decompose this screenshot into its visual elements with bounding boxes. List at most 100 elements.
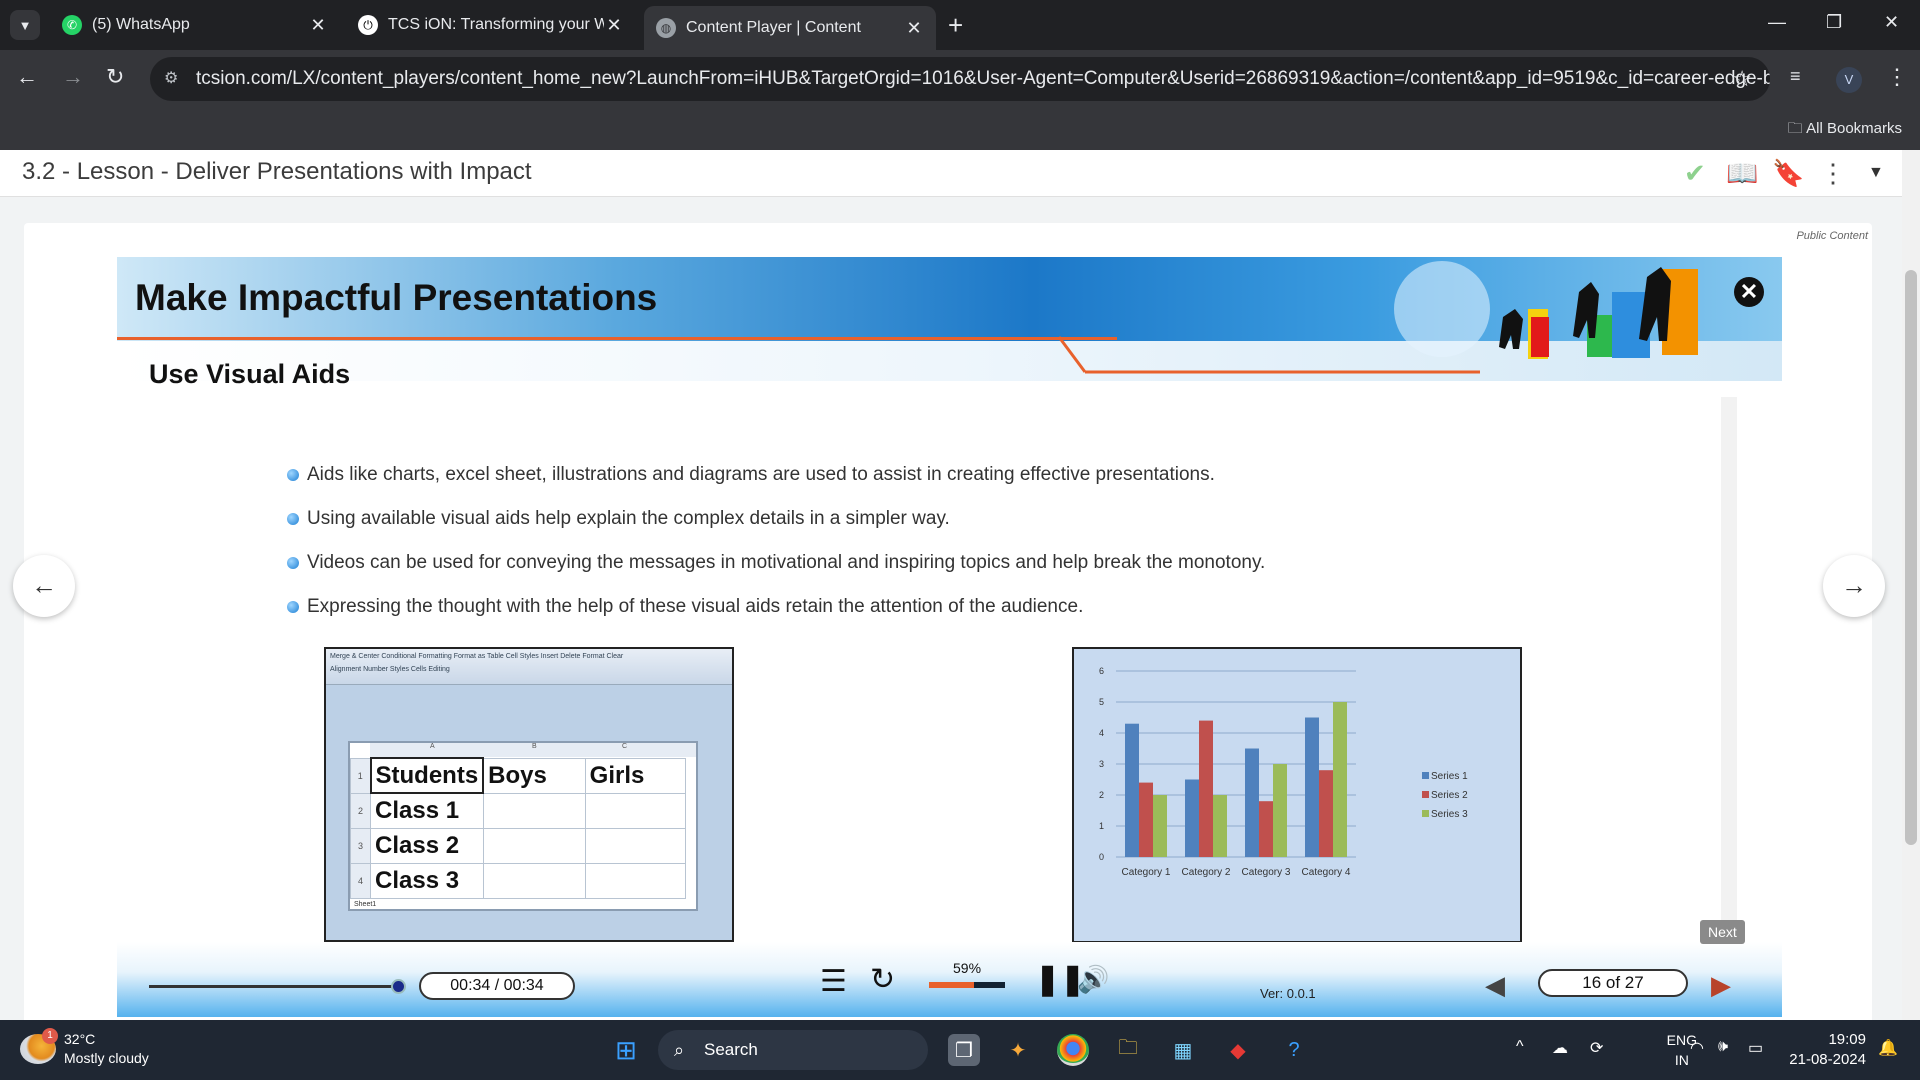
seek-bar[interactable]	[149, 985, 397, 988]
slide-banner-title: Make Impactful Presentations	[135, 277, 658, 318]
y-tick-label: 3	[1099, 759, 1104, 769]
url-text: tcsion.com/LX/content_players/content_ho…	[196, 68, 1770, 89]
excel-column-headers: A B C	[370, 743, 696, 757]
clock[interactable]: 19:09 21-08-2024	[1789, 1030, 1866, 1070]
tab-tcsion[interactable]: ⏻ TCS iON: Transforming your Wo ✕	[346, 6, 636, 44]
chrome-icon[interactable]	[1057, 1034, 1089, 1066]
x-tick-label: Category 3	[1242, 867, 1291, 878]
wifi-icon[interactable]: ◠	[1690, 1038, 1704, 1058]
reload-icon[interactable]: ↻	[106, 64, 124, 90]
bar	[1213, 795, 1227, 857]
notification-badge: 1	[42, 1028, 58, 1044]
y-tick-label: 5	[1099, 697, 1104, 707]
restore-icon[interactable]: ❐	[1826, 12, 1842, 33]
browser-menu-icon[interactable]: ⋮	[1886, 64, 1908, 90]
close-tab-icon[interactable]: ✕	[604, 15, 624, 36]
banner-graphic	[1057, 261, 1698, 374]
page-indicator: 16 of 27	[1538, 969, 1688, 997]
close-window-icon[interactable]: ✕	[1884, 12, 1899, 33]
legend-swatch	[1422, 791, 1429, 798]
table-cell: Class 1	[370, 792, 484, 829]
clock-date: 21-08-2024	[1789, 1051, 1866, 1068]
file-explorer-icon[interactable]: 🗀	[1112, 1034, 1144, 1066]
search-icon: ⌕	[674, 1040, 685, 1060]
taskbar-search[interactable]: ⌕ Search	[658, 1030, 928, 1070]
tab-whatsapp[interactable]: ✆ (5) WhatsApp ✕	[50, 6, 340, 44]
tab-content-player[interactable]: ◍ Content Player | Content ✕	[644, 6, 936, 50]
back-icon[interactable]: ←	[16, 64, 38, 90]
clock-time: 19:09	[1828, 1031, 1866, 1048]
bar	[1333, 702, 1347, 857]
close-slide-icon[interactable]: ✕	[1734, 277, 1764, 307]
speaker-icon[interactable]: 🔊	[1077, 964, 1109, 995]
y-tick-label: 4	[1099, 728, 1104, 738]
bookmark-icon[interactable]: 🔖	[1772, 158, 1804, 189]
tab-title: TCS iON: Transforming your Wo	[388, 16, 604, 33]
all-bookmarks-button[interactable]: 🗀 All Bookmarks	[1788, 118, 1902, 143]
windows-start-icon[interactable]: ⊞	[610, 1034, 642, 1066]
close-tab-icon[interactable]: ✕	[904, 18, 924, 39]
close-tab-icon[interactable]: ✕	[308, 15, 328, 36]
table-cell: Boys	[482, 757, 586, 794]
tray-overflow-icon[interactable]: ^	[1516, 1038, 1524, 1056]
volume-slider[interactable]	[929, 982, 1005, 988]
whatsapp-icon: ✆	[62, 15, 82, 35]
weather-widget[interactable]: 1 32°C Mostly cloudy	[20, 1028, 149, 1068]
volume-icon[interactable]: 🕪	[1718, 1038, 1728, 1056]
taskbar: 1 32°C Mostly cloudy ⊞ ⌕ Search ❐ ✦ 🗀 ▦ …	[0, 1020, 1920, 1080]
bullet-item: Using available visual aids help explain…	[287, 497, 1265, 541]
battery-icon[interactable]: ▭	[1748, 1038, 1763, 1058]
profile-avatar[interactable]: V	[1836, 67, 1862, 93]
menu-list-icon[interactable]: ☰	[820, 964, 847, 999]
help-icon[interactable]: ?	[1278, 1034, 1310, 1066]
media-control-icon[interactable]: ≡	[1790, 66, 1801, 87]
tab-search-button[interactable]: ▼	[10, 10, 40, 40]
completed-check-icon[interactable]: ✔	[1684, 158, 1706, 189]
sync-icon[interactable]: ⟳	[1590, 1038, 1603, 1058]
previous-slide-button[interactable]: ←	[13, 555, 75, 617]
notification-bell-icon[interactable]: 🔔	[1878, 1038, 1898, 1058]
address-bar[interactable]: ⚙ tcsion.com/LX/content_players/content_…	[150, 57, 1770, 101]
player-controls: Next 00:34 / 00:34 ☰ ↻ 59% ❚❚ 🔊 Ver: 0.0…	[117, 920, 1782, 1017]
table-row: 3 Class 2	[350, 827, 686, 864]
bar	[1305, 717, 1319, 857]
page-scrollbar-thumb[interactable]	[1905, 270, 1917, 845]
excel-col-header: A	[430, 743, 435, 750]
more-options-icon[interactable]: ⋮	[1820, 158, 1846, 189]
y-tick-label: 2	[1099, 790, 1104, 800]
next-slide-button[interactable]: →	[1823, 555, 1885, 617]
slide-scrollbar[interactable]	[1721, 397, 1737, 957]
onedrive-icon[interactable]: ☁	[1552, 1038, 1568, 1058]
bullet-item: Aids like charts, excel sheet, illustrat…	[287, 453, 1265, 497]
table-cell: Class 2	[370, 827, 484, 864]
bullet-text: Using available visual aids help explain…	[307, 508, 950, 529]
next-page-icon[interactable]: ▶	[1711, 970, 1731, 1001]
search-label: Search	[704, 1040, 758, 1059]
version-label: Ver: 0.0.1	[1260, 986, 1316, 1001]
app-diamond-icon[interactable]: ◆	[1222, 1034, 1254, 1066]
legend-swatch	[1422, 772, 1429, 779]
task-view-icon[interactable]: ❐	[948, 1034, 980, 1066]
microsoft-store-icon[interactable]: ▦	[1167, 1034, 1199, 1066]
bookmark-star-icon[interactable]: ☆	[1732, 57, 1752, 101]
seek-handle[interactable]	[391, 979, 406, 994]
replay-icon[interactable]: ↻	[870, 962, 895, 997]
tab-strip: ▼ ✆ (5) WhatsApp ✕ ⏻ TCS iON: Transformi…	[0, 0, 1920, 50]
bullet-dot-icon	[287, 469, 299, 481]
copilot-icon[interactable]: ✦	[1002, 1034, 1034, 1066]
bullet-item: Videos can be used for conveying the mes…	[287, 541, 1265, 585]
book-icon[interactable]: 📖	[1726, 158, 1758, 189]
y-tick-label: 1	[1099, 821, 1104, 831]
excel-sheet-image: Merge & Center Conditional Formatting Fo…	[324, 647, 734, 942]
dropdown-icon[interactable]: ▼	[1868, 164, 1884, 182]
excel-col-header: C	[622, 743, 628, 750]
lesson-header: 3.2 - Lesson - Deliver Presentations wit…	[0, 150, 1902, 197]
new-tab-button[interactable]: +	[948, 12, 963, 38]
forward-icon[interactable]: →	[62, 64, 84, 90]
page-content: 3.2 - Lesson - Deliver Presentations wit…	[0, 150, 1920, 1020]
site-info-icon[interactable]: ⚙	[164, 57, 178, 101]
previous-page-icon[interactable]: ◀	[1485, 970, 1505, 1001]
weather-condition: Mostly cloudy	[64, 1050, 149, 1066]
legend-label: Series 1	[1431, 771, 1468, 782]
minimize-icon[interactable]: —	[1768, 12, 1786, 33]
